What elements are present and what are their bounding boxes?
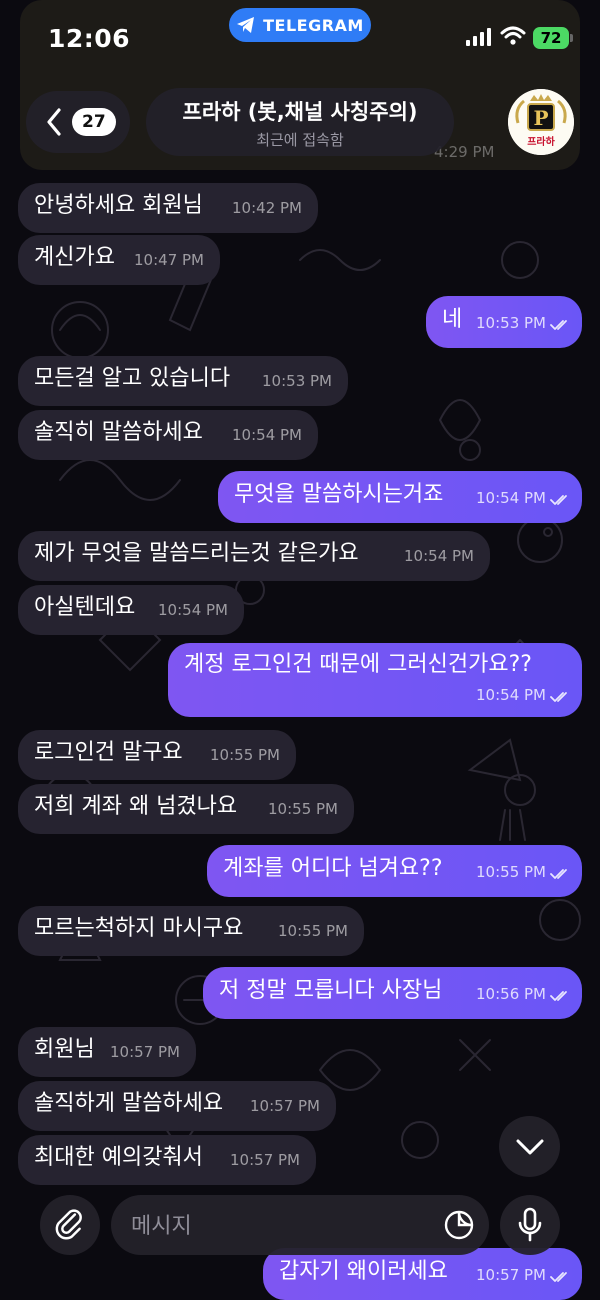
message-timestamp: 10:54 PM [476,681,570,709]
message-timestamp: 10:57 PM [250,1097,320,1115]
message-timestamp: 10:55 PM [476,858,570,886]
message-text: 계신가요 [34,245,115,270]
outgoing-message[interactable]: 네 10:53 PM [426,296,582,348]
back-chevron-icon [47,108,61,136]
message-timestamp: 10:55 PM [268,800,338,818]
message-timestamp: 10:57 PM [230,1151,300,1169]
battery-indicator: 72 [533,27,569,49]
message-text: 계정 로그인건 때문에 그러신건가요?? [184,652,532,677]
message-input[interactable] [129,1195,433,1257]
chat-title: 프라하 (봇,채널 사칭주의) [182,100,418,124]
outgoing-message[interactable]: 계정 로그인건 때문에 그러신건가요?? 10:54 PM [168,643,582,717]
read-checks-icon [550,320,567,330]
message-text: 모든걸 알고 있습니다 [34,366,231,391]
message-composer [111,1195,489,1257]
clock: 12:06 [48,24,131,53]
message-text: 회원님 [34,1037,95,1062]
message-text: 최대한 예의갖춰서 [34,1145,203,1170]
status-bar: 12:06 TELEGRAM 72 [0,0,600,80]
incoming-message[interactable]: 제가 무엇을 말씀드리는것 같은가요 10:54 PM [18,531,490,581]
telegram-pill[interactable]: TELEGRAM [229,8,371,42]
message-timestamp: 10:53 PM [476,309,570,337]
sticker-icon[interactable] [443,1209,475,1241]
back-button[interactable]: 27 [26,91,130,153]
read-checks-icon [550,869,567,879]
voice-message-button[interactable] [500,1195,560,1255]
read-checks-icon [550,991,567,1001]
read-checks-icon [550,692,567,702]
message-timestamp: 10:47 PM [134,251,204,269]
incoming-message[interactable]: 최대한 예의갖춰서 10:57 PM [18,1135,316,1185]
message-text: 안녕하세요 회원님 [34,193,203,218]
scroll-to-bottom-button[interactable] [499,1116,560,1177]
message-text: 갑자기 왜이러세요 [279,1259,448,1284]
incoming-message[interactable]: 회원님 10:57 PM [18,1027,196,1077]
message-text: 네 [442,307,463,332]
message-timestamp: 10:56 PM [476,980,570,1008]
chat-title-pill[interactable]: 프라하 (봇,채널 사칭주의) 최근에 접속함 [146,88,454,156]
telegram-pill-label: TELEGRAM [263,15,364,35]
avatar[interactable]: P 프라하 [508,89,574,155]
paperclip-icon [55,1209,82,1240]
message-timestamp: 10:54 PM [404,547,474,565]
read-checks-icon [550,1272,567,1282]
microphone-icon [518,1207,542,1242]
unread-count-badge: 27 [72,108,116,136]
outgoing-message[interactable]: 계좌를 어디다 넘겨요?? 10:55 PM [207,845,582,897]
message-timestamp: 10:57 PM [476,1261,570,1289]
message-timestamp: 10:53 PM [262,372,332,390]
incoming-message[interactable]: 로그인건 말구요 10:55 PM [18,730,296,780]
message-timestamp: 10:57 PM [110,1043,180,1061]
incoming-message[interactable]: 아실텐데요 10:54 PM [18,585,244,635]
outgoing-message[interactable]: 저 정말 모릅니다 사장님 10:56 PM [203,967,582,1019]
message-text: 솔직히 말씀하세요 [34,420,203,445]
incoming-message[interactable]: 모든걸 알고 있습니다 10:53 PM [18,356,348,406]
message-timestamp: 10:55 PM [210,746,280,764]
signal-icon [466,28,491,46]
message-text: 무엇을 말씀하시는거죠 [234,482,444,507]
message-timestamp: 10:54 PM [476,484,570,512]
last-seen-status: 최근에 접속함 [256,131,344,149]
message-text: 아실텐데요 [34,595,136,620]
svg-text:P: P [533,106,548,130]
incoming-message[interactable]: 계신가요 10:47 PM [18,235,220,285]
incoming-message[interactable]: 모르는척하지 마시구요 10:55 PM [18,906,364,956]
incoming-message[interactable]: 솔직하게 말씀하세요 10:57 PM [18,1081,336,1131]
chevron-down-icon [516,1139,543,1154]
wifi-icon [500,26,526,45]
message-text: 제가 무엇을 말씀드리는것 같은가요 [34,541,359,566]
outgoing-message[interactable]: 무엇을 말씀하시는거죠 10:54 PM [218,471,582,523]
incoming-message[interactable]: 안녕하세요 회원님 10:42 PM [18,183,318,233]
message-timestamp: 10:54 PM [158,601,228,619]
message-text: 솔직하게 말씀하세요 [34,1091,224,1116]
message-text: 모르는척하지 마시구요 [34,916,244,941]
read-checks-icon [550,495,567,505]
telegram-icon [237,17,255,33]
message-timestamp: 10:55 PM [278,922,348,940]
message-text: 저 정말 모릅니다 사장님 [219,978,443,1003]
message-timestamp: 10:54 PM [232,426,302,444]
incoming-message[interactable]: 솔직히 말씀하세요 10:54 PM [18,410,318,460]
message-timestamp: 10:42 PM [232,199,302,217]
attach-button[interactable] [40,1195,100,1255]
incoming-message[interactable]: 저희 계좌 왜 넘겼나요 10:55 PM [18,784,354,834]
message-text: 로그인건 말구요 [34,740,183,765]
message-text: 저희 계좌 왜 넘겼나요 [34,794,238,819]
message-text: 계좌를 어디다 넘겨요?? [223,856,443,881]
avatar-label: 프라하 [527,137,555,148]
